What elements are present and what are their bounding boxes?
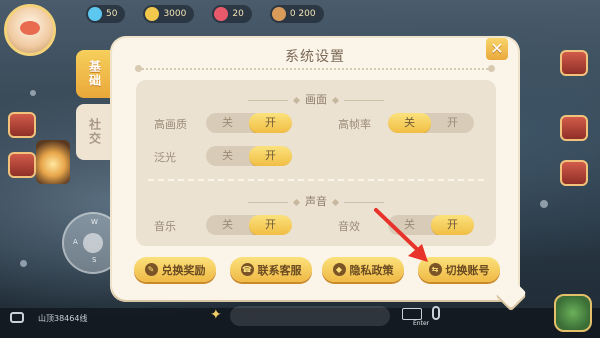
switch-account-label: 切换账号 (445, 263, 490, 277)
heading-line (248, 99, 288, 101)
coin-icon (145, 7, 160, 21)
snow-particle (540, 200, 548, 208)
gift-icon[interactable] (560, 160, 588, 186)
toggle-high-framerate[interactable]: 关 开 (388, 113, 474, 133)
lantern-icon (36, 140, 70, 184)
resource-heart[interactable]: 20 (212, 5, 252, 23)
title-divider (135, 65, 495, 72)
option-label-music: 音乐 (154, 220, 176, 233)
section-heading-graphics: 画面 (136, 91, 496, 107)
divider-dot (488, 65, 495, 72)
resource-gem-value: 50 (106, 9, 118, 19)
bear-icon (271, 7, 286, 21)
toggle-off[interactable]: 关 (388, 113, 431, 133)
contact-support-button[interactable]: ☎ 联系客服 (230, 257, 312, 282)
settings-tabs: 基础 社交 (76, 50, 112, 166)
shield-icon: ◆ (332, 263, 346, 276)
backpack-icon[interactable] (554, 294, 592, 332)
gem-icon (88, 7, 102, 21)
action-buttons: ✎ 兑换奖励 ☎ 联系客服 ◆ 隐私政策 ⇆ 切换账号 (132, 257, 502, 283)
event-icon[interactable] (8, 152, 36, 178)
toggle-on[interactable]: 开 (249, 146, 292, 166)
heart-icon (214, 7, 229, 21)
heading-diamond (292, 96, 301, 104)
toggle-off[interactable]: 关 (206, 113, 249, 133)
snow-particle (30, 90, 36, 96)
snow-particle (20, 260, 27, 267)
tab-basic[interactable]: 基础 (76, 50, 112, 98)
resource-bar: 50 3000 20 0 200 (60, 0, 540, 28)
pencil-icon: ✎ (144, 263, 158, 276)
headset-icon: ☎ (240, 263, 254, 276)
resource-heart-value: 20 (232, 9, 244, 19)
settings-content: 画面 高画质 关 开 高帧率 关 开 泛光 关 开 声音 音乐 关 开 音效 关… (136, 80, 496, 246)
toggle-on[interactable]: 开 (431, 215, 474, 235)
avatar-face (20, 21, 40, 35)
camera-icon[interactable] (10, 312, 24, 323)
close-button[interactable]: ✕ (486, 38, 508, 60)
contact-support-label: 联系客服 (257, 263, 302, 277)
section-divider (148, 179, 484, 181)
heading-diamond (292, 198, 301, 206)
heading-diamond (331, 96, 340, 104)
section-heading-sound: 声音 (136, 193, 496, 209)
location-label: 山顶38464线 (38, 314, 88, 323)
player-avatar[interactable] (4, 4, 56, 56)
heading-line (344, 99, 384, 101)
redeem-rewards-button[interactable]: ✎ 兑换奖励 (134, 257, 216, 282)
resource-coin[interactable]: 3000 (143, 5, 195, 23)
resource-coin-value: 3000 (163, 9, 187, 19)
heading-diamond (331, 198, 340, 206)
keyboard-icon[interactable] (402, 308, 422, 320)
magic-wand-icon[interactable]: ✦ (210, 306, 224, 324)
annotation-arrow-icon (374, 208, 428, 262)
toggle-off[interactable]: 关 (206, 215, 249, 235)
tab-social[interactable]: 社交 (76, 104, 112, 160)
option-label-high-framerate: 高帧率 (338, 118, 371, 131)
compass-s: S (92, 256, 97, 264)
compass-a: A (73, 238, 78, 246)
toggle-on[interactable]: 开 (431, 113, 474, 133)
panel-title: 系统设置 (285, 49, 345, 65)
section-heading-sound-text: 声音 (305, 195, 327, 208)
shop-icon[interactable] (560, 115, 588, 141)
compass-w: W (91, 218, 98, 226)
option-label-bloom: 泛光 (154, 151, 176, 164)
toggle-music[interactable]: 关 开 (206, 215, 292, 235)
resource-bear[interactable]: 0 200 (269, 5, 324, 23)
microphone-icon[interactable] (432, 306, 440, 320)
toggle-on[interactable]: 开 (249, 215, 292, 235)
heading-line (248, 201, 288, 203)
heading-line (344, 201, 384, 203)
toggle-high-quality[interactable]: 关 开 (206, 113, 292, 133)
book-icon[interactable] (560, 50, 588, 76)
redeem-rewards-label: 兑换奖励 (161, 263, 206, 277)
toggle-bloom[interactable]: 关 开 (206, 146, 292, 166)
enter-label: Enter (413, 320, 430, 327)
joystick-knob[interactable] (83, 233, 103, 253)
resource-gem[interactable]: 50 (86, 5, 126, 23)
divider-dot (135, 65, 142, 72)
chat-input[interactable] (230, 306, 390, 326)
option-label-sfx: 音效 (338, 220, 360, 233)
option-label-high-quality: 高画质 (154, 118, 187, 131)
resource-bear-value: 0 200 (289, 9, 316, 19)
toggle-on[interactable]: 开 (249, 113, 292, 133)
toggle-off[interactable]: 关 (206, 146, 249, 166)
section-heading-graphics-text: 画面 (305, 93, 327, 106)
mail-icon[interactable] (8, 112, 36, 138)
